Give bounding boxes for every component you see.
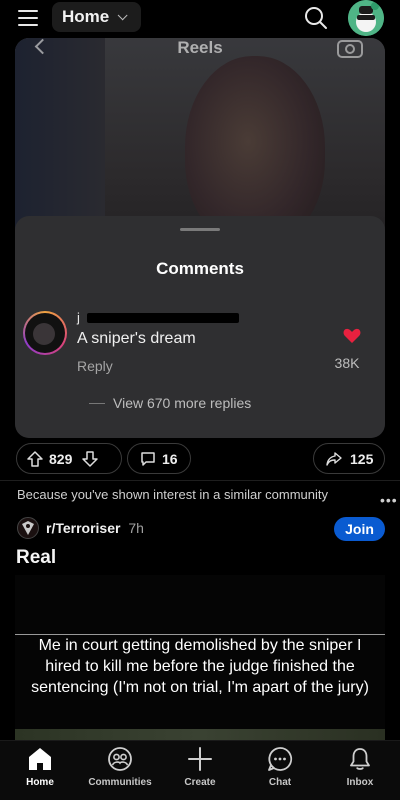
menu-icon[interactable] (18, 10, 38, 26)
subreddit-avatar[interactable] (17, 517, 39, 539)
nav-communities[interactable]: Communities (80, 745, 160, 797)
communities-icon (108, 747, 132, 771)
join-button[interactable]: Join (334, 517, 385, 541)
home-icon (29, 748, 51, 770)
nav-inbox[interactable]: Inbox (320, 745, 400, 797)
nav-home[interactable]: Home (0, 745, 80, 797)
recommendation-reason: Because you've shown interest in a simil… (17, 487, 329, 502)
reel-title: Reels (177, 38, 223, 57)
subreddit-name[interactable]: r/Terroriser (46, 520, 120, 536)
feed-selector-label: Home (62, 7, 110, 26)
commenter-username[interactable]: j (77, 310, 80, 325)
chevron-down-icon (117, 9, 128, 20)
comment-like-count: 38K (334, 355, 360, 371)
chat-icon (268, 747, 293, 771)
post-age: 7h (128, 520, 144, 536)
nav-chat[interactable]: Chat (240, 745, 320, 797)
redaction-bar (87, 313, 239, 323)
camera-icon[interactable] (337, 38, 363, 58)
share-button[interactable]: 125 (313, 443, 385, 474)
search-icon[interactable] (304, 6, 328, 30)
post-title[interactable]: Real (16, 547, 56, 569)
comments-sheet: Comments j A sniper's dream Reply 38K Vi… (15, 216, 385, 438)
comment-count: 16 (162, 450, 178, 467)
meme-caption: Me in court getting demolished by the sn… (31, 637, 369, 696)
user-avatar[interactable] (348, 0, 384, 36)
bottom-nav: Home Communities Create Chat Inbox (0, 740, 400, 800)
feed-selector[interactable]: Home (52, 2, 141, 32)
top-bar: Home (0, 0, 400, 38)
divider (0, 480, 400, 481)
sheet-grabber[interactable] (180, 228, 220, 231)
comments-button[interactable]: 16 (127, 443, 191, 474)
bell-icon (350, 748, 370, 770)
share-count: 125 (350, 450, 374, 467)
nav-communities-label: Communities (88, 777, 152, 788)
nav-create-label: Create (184, 777, 216, 788)
nav-chat-label: Chat (268, 777, 292, 788)
share-arrow-icon (326, 451, 342, 466)
more-options-icon[interactable]: ••• (380, 492, 398, 508)
nav-home-label: Home (26, 777, 54, 788)
upvote-icon[interactable] (27, 450, 43, 467)
heart-icon[interactable] (343, 328, 361, 344)
reply-button[interactable]: Reply (77, 358, 113, 374)
upvote-count: 829 (49, 450, 73, 467)
comment-text: A sniper's dream (77, 330, 196, 347)
view-more-replies[interactable]: View 670 more replies (88, 395, 251, 411)
subreddit-line: r/Terroriser 7h (46, 520, 144, 536)
meme-photo-strip (15, 729, 385, 740)
downvote-icon[interactable] (82, 450, 99, 467)
post-image[interactable]: Me in court getting demolished by the sn… (15, 575, 385, 740)
post-action-bar: 829 16 125 (0, 443, 400, 475)
nav-create[interactable]: Create (160, 745, 240, 797)
vote-control: 829 (16, 443, 122, 474)
reel-post-card[interactable]: Reels Comments j A sniper's dream Reply … (15, 38, 385, 438)
comment-bubble-icon (141, 451, 155, 466)
comments-title: Comments (156, 259, 244, 278)
plus-icon (188, 747, 212, 771)
nav-inbox-label: Inbox (346, 777, 374, 788)
commenter-avatar[interactable] (23, 311, 67, 355)
